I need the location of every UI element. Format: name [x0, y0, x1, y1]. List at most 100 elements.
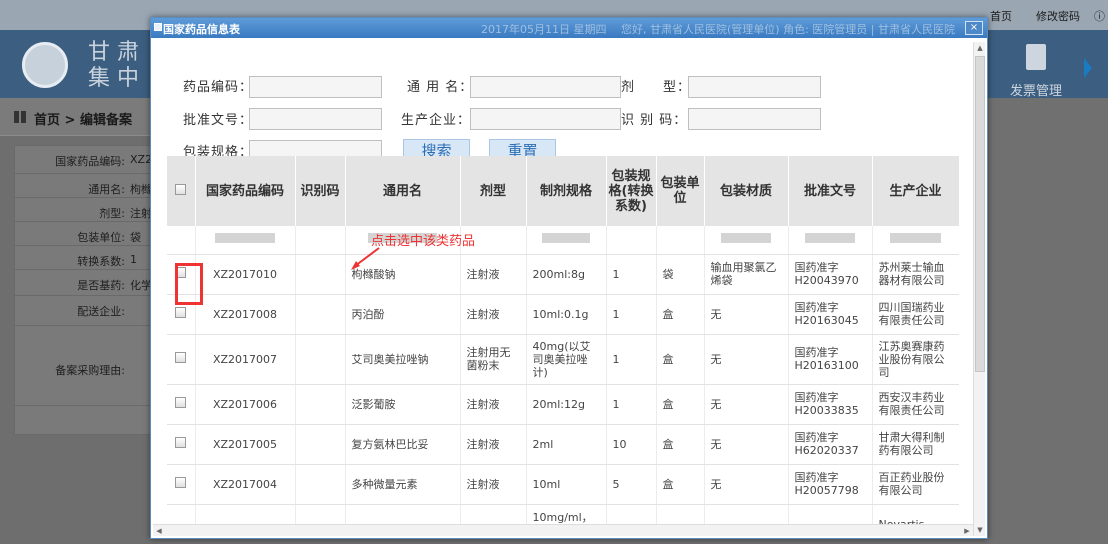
table-cell: 国药准字H20057798: [788, 464, 873, 505]
invoice-menu[interactable]: 发票管理: [1010, 80, 1062, 99]
table-row[interactable]: XZ2017008 丙泊酚 注射液 10ml:0.1g 1 盒无国药准字H20163045…: [167, 294, 959, 335]
table-cell: 国药准字H20033835: [788, 384, 873, 425]
header-form: 剂型: [460, 156, 527, 226]
scroll-down-icon[interactable]: ▼: [974, 524, 986, 536]
row-checkbox[interactable]: [175, 352, 187, 363]
code-label: 药品编码：: [183, 80, 254, 95]
blurred-row: [167, 226, 959, 255]
table-cell: 江苏奥赛康药业股份有限公司: [872, 334, 959, 385]
row-select-cell[interactable]: [167, 384, 196, 425]
row-checkbox[interactable]: [175, 307, 187, 318]
breadcrumb-text: 首页 > 编辑备案: [34, 113, 132, 128]
scroll-left-icon[interactable]: ◀: [153, 525, 165, 537]
bg-form-label: 转换系数:: [77, 255, 125, 268]
bg-form-row: 备案采购理由:: [15, 326, 153, 406]
table-cell: 盒: [656, 294, 705, 335]
vertical-scrollbar[interactable]: ▲ ▼: [973, 42, 985, 536]
table-cell: XZ2017005: [195, 424, 296, 465]
table-cell: 输血用聚氯乙烯袋: [704, 254, 789, 295]
row-checkbox[interactable]: [175, 397, 187, 408]
table-row[interactable]: XZ2017005 复方氨林巴比妥 注射液 2ml 10 盒无国药准字H62020337 甘…: [167, 424, 959, 465]
modal-title: 国家药品信息表: [163, 23, 240, 36]
table-cell: 1: [606, 334, 657, 385]
close-button[interactable]: ×: [965, 21, 983, 35]
row-select-cell[interactable]: [167, 334, 196, 385]
ghost-date: 2017年05月11日 星期四: [481, 23, 607, 36]
scroll-thumb[interactable]: [975, 56, 985, 372]
table-cell: [295, 294, 346, 335]
table-cell: 无: [704, 424, 789, 465]
table-cell: 注射液: [460, 294, 527, 335]
table-cell: 注射液: [460, 384, 527, 425]
bg-form-label: 包装单位:: [77, 231, 125, 244]
table-row[interactable]: XZ2017007 艾司奥美拉唑钠 注射用无菌粉末 40mg(以艾司奥美拉唑计) 1 盒无…: [167, 334, 959, 385]
row-checkbox[interactable]: [175, 437, 187, 448]
table-cell: [295, 254, 346, 295]
identify-input[interactable]: [688, 108, 821, 130]
table-row[interactable]: XZ2017004 多种微量元素 注射液 10ml 5 盒无国药准字H20057798 百正…: [167, 464, 959, 505]
home-link[interactable]: 首页: [990, 8, 1012, 24]
row-select-cell[interactable]: [167, 464, 196, 505]
table-cell: 2ml: [526, 424, 607, 465]
header-material: 包装材质: [704, 156, 789, 226]
bg-form-row: 配送企业:: [15, 296, 153, 326]
table-cell: XZ2017004: [195, 464, 296, 505]
search-form: 药品编码： 通 用 名： 剂 型： 批准文号： 生产企业： 识 别 码： 包装规…: [151, 38, 971, 163]
table-cell: 国药准字H20163100: [788, 334, 873, 385]
table-cell: 百正药业股份有限公司: [872, 464, 959, 505]
bg-form-row: 转换系数: 1: [15, 246, 153, 270]
scroll-up-icon[interactable]: ▲: [974, 42, 986, 54]
scroll-right-icon[interactable]: ▶: [961, 525, 973, 537]
header-generic: 通用名: [345, 156, 461, 226]
table-cell: 盒: [656, 424, 705, 465]
table-cell: 泛影葡胺: [345, 384, 461, 425]
form-label: 剂 型：: [621, 80, 692, 95]
modal-header: 国家药品信息表 2017年05月11日 星期四 您好, 甘肃省人民医院(管理单位…: [151, 18, 987, 38]
bg-form-label: 剂型:: [99, 207, 125, 220]
bg-form-label: 是否基药:: [77, 279, 125, 292]
change-password-link[interactable]: 修改密码: [1036, 8, 1080, 24]
bg-form-label: 通用名:: [88, 183, 125, 196]
manufacturer-input[interactable]: [470, 108, 621, 130]
table-cell: 注射用无菌粉末: [460, 334, 527, 385]
table-cell: 5: [606, 464, 657, 505]
table-cell: 盒: [656, 384, 705, 425]
next-arrow-icon[interactable]: [1084, 58, 1092, 78]
annotation-text: 点击选中该类药品: [371, 234, 476, 249]
table-cell: 无: [704, 334, 789, 385]
table-cell: 无: [704, 464, 789, 505]
header-select-all[interactable]: [167, 156, 196, 226]
row-select-cell[interactable]: [167, 424, 196, 465]
selection-highlight: [175, 263, 203, 305]
grid-icon: [14, 111, 26, 123]
generic-label: 通 用 名：: [407, 80, 474, 95]
code-input[interactable]: [249, 76, 382, 98]
banner-title-line2: 集 中: [88, 66, 139, 91]
approval-input[interactable]: [249, 108, 382, 130]
header-identify: 识别码: [295, 156, 346, 226]
table-cell: XZ2017010: [195, 254, 296, 295]
table-cell: 1: [606, 384, 657, 425]
header-spec: 制剂规格: [526, 156, 607, 226]
horizontal-scrollbar[interactable]: ◀ ▶: [153, 524, 973, 536]
power-icon[interactable]: ⓘ: [1094, 8, 1105, 24]
form-input[interactable]: [688, 76, 821, 98]
banner-title: 甘 肃 集 中: [88, 40, 139, 92]
table-cell: 袋: [656, 254, 705, 295]
bg-form-value: 1: [130, 253, 137, 266]
drug-table-wrap: 国家药品编码 识别码 通用名 剂型 制剂规格 包装规格(转换系数) 包装单位 包…: [167, 156, 959, 528]
table-cell: 1: [606, 294, 657, 335]
row-checkbox[interactable]: [175, 477, 187, 488]
table-row[interactable]: XZ2017010 枸橼酸钠 注射液 200ml:8g 1 袋输血用聚氯乙烯袋 国药准字H2…: [167, 254, 959, 295]
header-pack-unit: 包装单位: [656, 156, 705, 226]
generic-input[interactable]: [470, 76, 621, 98]
select-all-checkbox[interactable]: [175, 183, 187, 195]
bg-form-row: 剂型: 注射: [15, 198, 153, 222]
header-code: 国家药品编码: [195, 156, 296, 226]
bg-form-label: 备案采购理由:: [55, 364, 125, 377]
bg-form-value: 注射: [130, 207, 152, 220]
table-cell: XZ2017007: [195, 334, 296, 385]
bg-form-row: 是否基药: 化学: [15, 270, 153, 296]
table-row[interactable]: XZ2017006 泛影葡胺 注射液 20ml:12g 1 盒无国药准字H20033835…: [167, 384, 959, 425]
bg-form-label: 配送企业:: [77, 305, 125, 318]
